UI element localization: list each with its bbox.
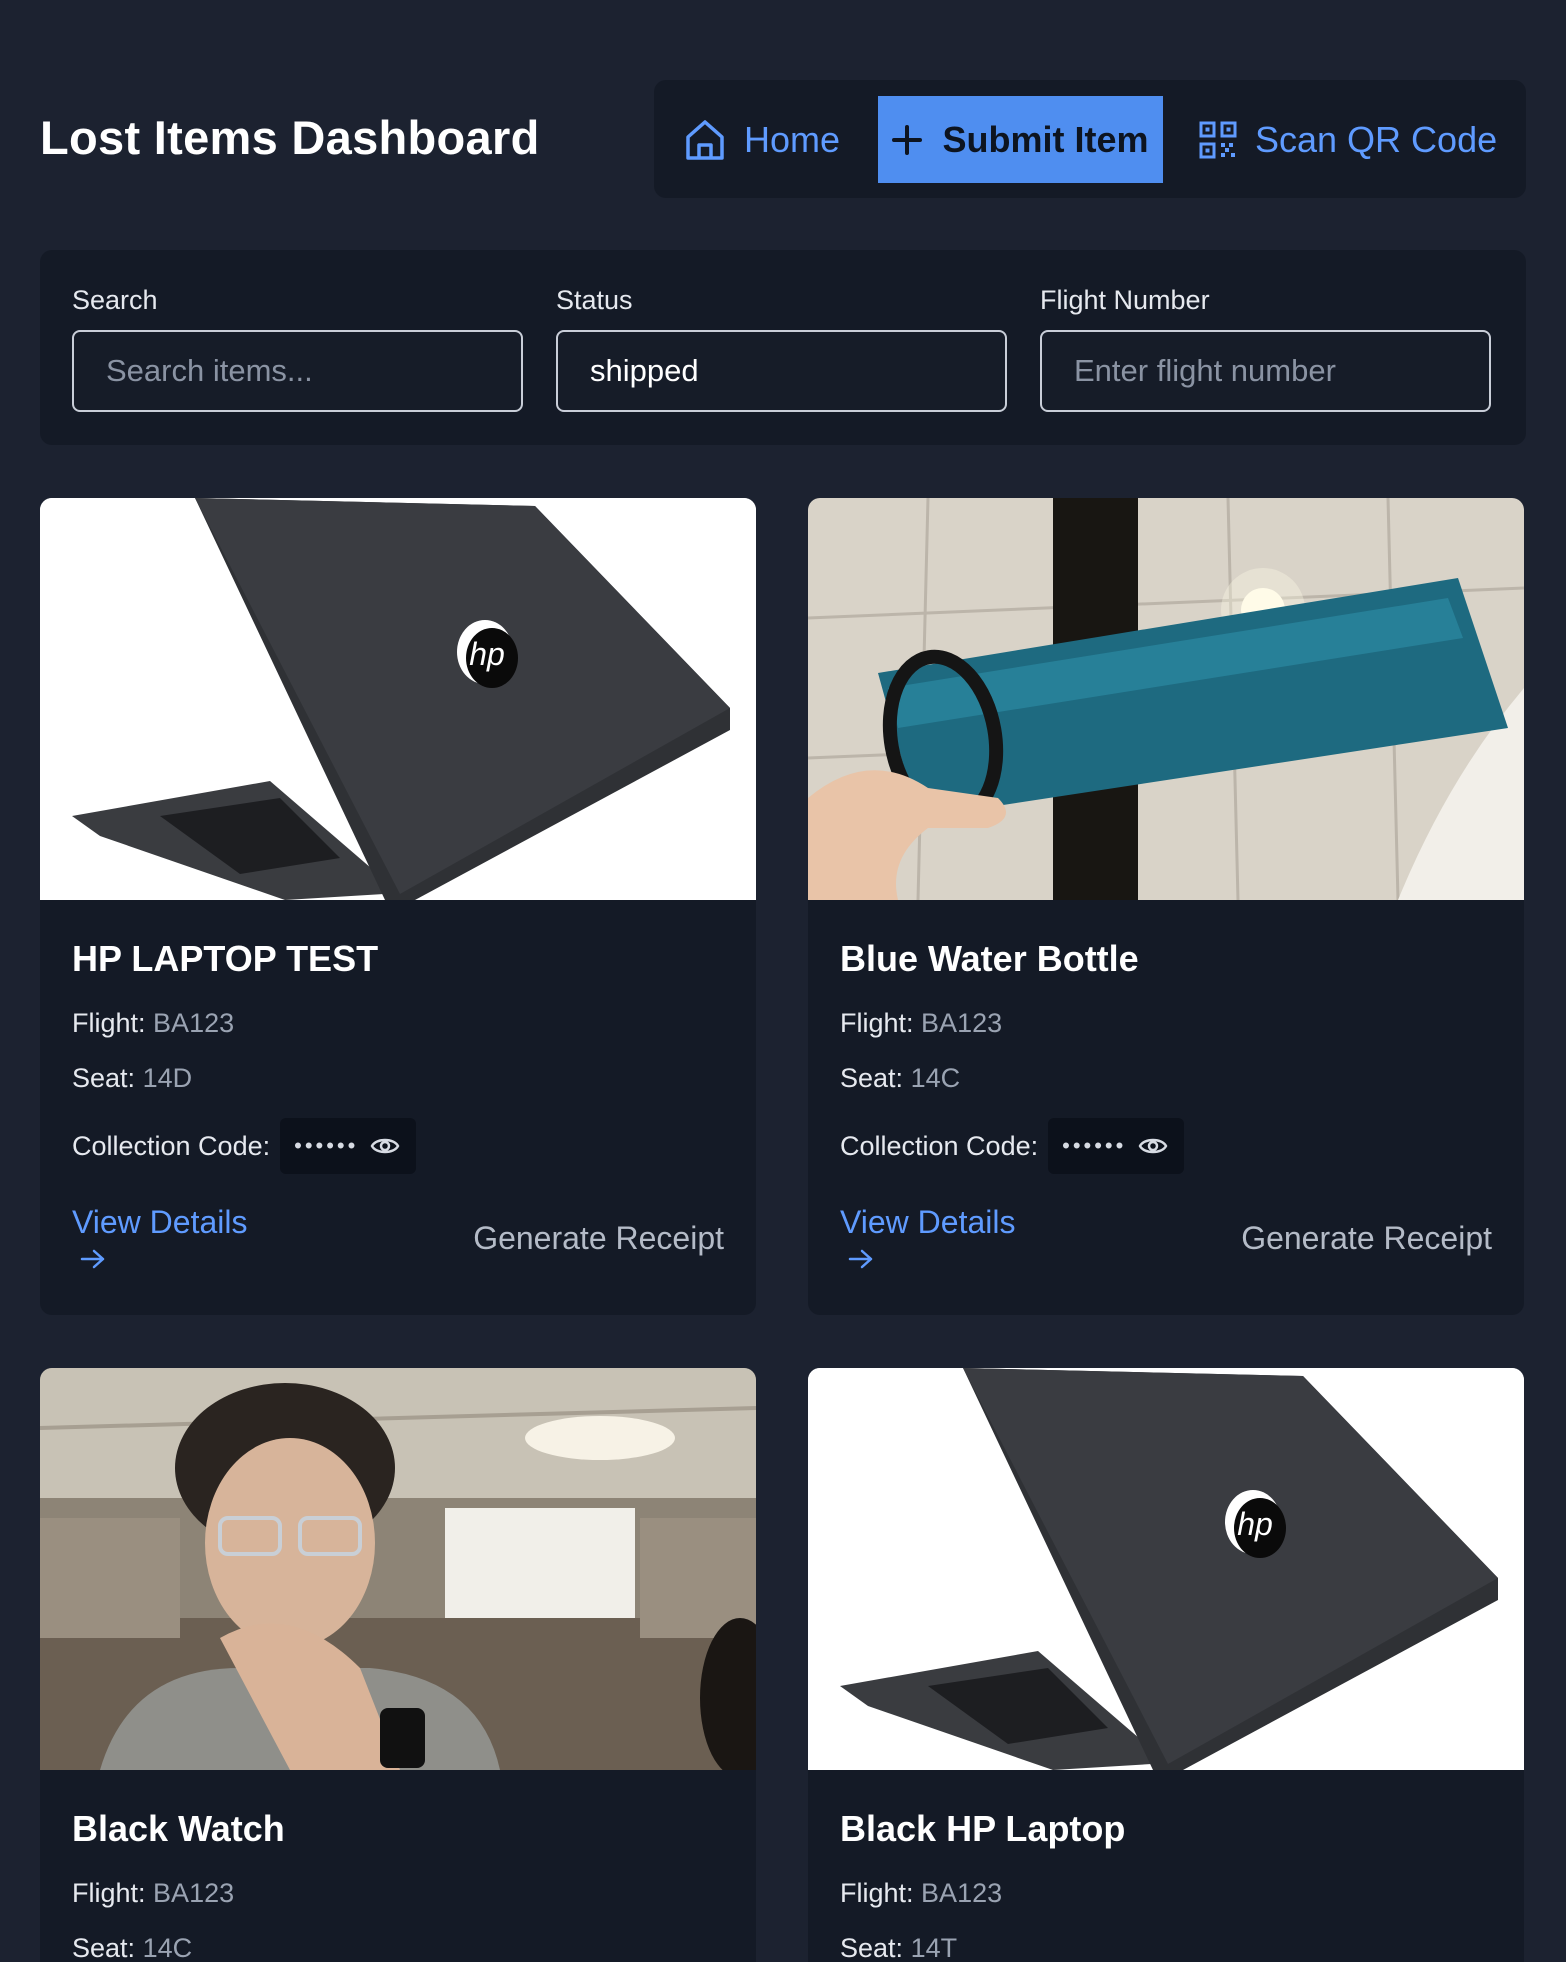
seat-info: Seat: 14C (72, 1933, 724, 1962)
masked-collection-code: •••••• (294, 1133, 359, 1158)
svg-text:hp: hp (1237, 1506, 1273, 1542)
seat-info: Seat: 14T (840, 1933, 1492, 1962)
qr-code-icon (1199, 121, 1237, 158)
flight-label: Flight: (840, 1008, 914, 1038)
collection-code-row: Collection Code: •••••• (840, 1118, 1492, 1174)
collection-code-label: Collection Code: (72, 1130, 271, 1161)
view-details-link[interactable]: View Details (72, 1204, 247, 1241)
status-field: Status shipped (556, 285, 1007, 412)
item-image[interactable]: hp (40, 498, 756, 900)
search-label: Search (72, 285, 158, 315)
status-input[interactable]: shipped (556, 330, 1007, 412)
collection-code-row: Collection Code: •••••• (72, 1118, 724, 1174)
card-actions: View Details Generate Receipt (840, 1204, 1492, 1314)
flight-number-label: Flight Number (1040, 285, 1210, 315)
status-label: Status (556, 285, 633, 315)
flight-label: Flight: (72, 1008, 146, 1038)
seat-label: Seat: (840, 1063, 904, 1093)
item-title: HP LAPTOP TEST (72, 938, 379, 979)
item-title: Black HP Laptop (840, 1808, 1126, 1849)
arrow-right-icon[interactable] (80, 1248, 106, 1270)
flight-label: Flight: (840, 1878, 914, 1908)
water-bottle-photo (808, 498, 1524, 900)
flight-value: BA123 (921, 1878, 1003, 1908)
home-icon (686, 119, 724, 160)
item-title: Blue Water Bottle (840, 938, 1139, 979)
person-wearing-watch-photo (40, 1368, 756, 1770)
seat-label: Seat: (72, 1933, 136, 1962)
item-image[interactable] (40, 1368, 756, 1770)
collection-code-box: •••••• (1048, 1118, 1185, 1174)
item-card: Black Watch Flight: BA123 Seat: 14C (40, 1368, 756, 1962)
seat-value: 14C (910, 1063, 961, 1093)
home-nav-label: Home (744, 118, 841, 160)
flight-number-input[interactable]: Enter flight number (1040, 330, 1491, 412)
flight-info: Flight: BA123 (72, 1878, 724, 1909)
svg-text:hp: hp (469, 636, 505, 672)
eye-icon[interactable] (1138, 1135, 1168, 1157)
flight-info: Flight: BA123 (840, 1008, 1492, 1039)
header: Lost Items Dashboard Home Submit Item Sc… (40, 80, 1526, 200)
flight-number-field: Flight Number Enter flight number (1040, 285, 1491, 412)
home-nav-button[interactable]: Home (684, 96, 840, 183)
seat-value: 14C (142, 1933, 193, 1962)
flight-value: BA123 (153, 1008, 235, 1038)
seat-info: Seat: 14D (72, 1063, 724, 1094)
search-input[interactable]: Search items... (72, 330, 523, 412)
generate-receipt-button[interactable]: Generate Receipt (1241, 1220, 1492, 1257)
flight-label: Flight: (72, 1878, 146, 1908)
page-title: Lost Items Dashboard (40, 111, 540, 164)
laptop-photo: hp (808, 1368, 1524, 1770)
collection-code-label: Collection Code: (840, 1130, 1039, 1161)
collection-code-box: •••••• (280, 1118, 417, 1174)
seat-info: Seat: 14C (840, 1063, 1492, 1094)
dashboard-page: Lost Items Dashboard Home Submit Item Sc… (0, 0, 1566, 1962)
plus-icon (892, 124, 923, 155)
scan-qr-button[interactable]: Scan QR Code (1199, 96, 1497, 183)
item-title: Black Watch (72, 1808, 285, 1849)
item-card: Blue Water Bottle Flight: BA123 Seat: 14… (808, 498, 1524, 1315)
eye-icon[interactable] (370, 1135, 400, 1157)
seat-label: Seat: (840, 1933, 904, 1962)
item-image[interactable] (808, 498, 1524, 900)
masked-collection-code: •••••• (1062, 1133, 1127, 1158)
flight-value: BA123 (921, 1008, 1003, 1038)
generate-receipt-button[interactable]: Generate Receipt (473, 1220, 724, 1257)
arrow-right-icon[interactable] (848, 1248, 874, 1270)
laptop-photo: hp (40, 498, 756, 900)
item-card: hp HP LAPTOP TEST Flight: BA123 Seat: 14… (40, 498, 756, 1315)
filters-panel: Search Search items... Status shipped Fl… (40, 250, 1526, 445)
flight-info: Flight: BA123 (72, 1008, 724, 1039)
flight-value: BA123 (153, 1878, 235, 1908)
seat-value: 14D (142, 1063, 193, 1093)
item-card: hp Black HP Laptop Flight: BA123 Seat: 1… (808, 1368, 1524, 1962)
item-image[interactable]: hp (808, 1368, 1524, 1770)
seat-label: Seat: (72, 1063, 136, 1093)
card-actions: View Details Generate Receipt (72, 1204, 724, 1314)
search-field: Search Search items... (72, 285, 523, 412)
scan-qr-label: Scan QR Code (1255, 118, 1498, 160)
submit-item-label: Submit Item (942, 118, 1149, 160)
submit-item-button[interactable]: Submit Item (878, 96, 1163, 183)
seat-value: 14T (910, 1933, 958, 1962)
view-details-link[interactable]: View Details (840, 1204, 1015, 1241)
top-nav: Home Submit Item Scan QR Code (654, 80, 1526, 198)
flight-info: Flight: BA123 (840, 1878, 1492, 1909)
